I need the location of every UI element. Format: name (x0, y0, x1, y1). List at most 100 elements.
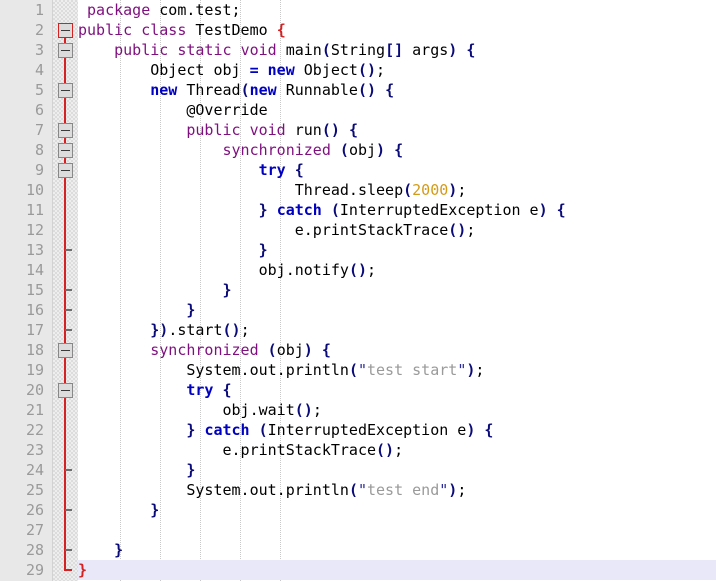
code-line[interactable]: Object obj = new Object(); (78, 60, 716, 80)
line-number[interactable]: 6 (0, 100, 52, 120)
code-line[interactable]: System.out.println("test start"); (78, 360, 716, 380)
line-number[interactable]: 14 (0, 260, 52, 280)
line-number[interactable]: 9 (0, 160, 52, 180)
code-token: ; (466, 221, 476, 239)
code-token: ; (394, 441, 404, 459)
line-number[interactable]: 13 (0, 240, 52, 260)
line-number[interactable]: 5 (0, 80, 52, 100)
code-line[interactable]: } (78, 280, 716, 300)
code-line[interactable]: } catch (InterruptedException e) { (78, 420, 716, 440)
code-line[interactable]: } catch (InterruptedException e) { (78, 200, 716, 220)
code-line[interactable]: public class TestDemo { (78, 20, 716, 40)
code-line[interactable]: e.printStackTrace(); (78, 220, 716, 240)
code-line[interactable]: } (78, 560, 716, 580)
line-number[interactable]: 4 (0, 60, 52, 80)
code-line[interactable]: } (78, 460, 716, 480)
fold-scope-end-tick (65, 469, 72, 471)
line-number[interactable]: 25 (0, 480, 52, 500)
code-folding-strip[interactable] (52, 0, 78, 581)
code-line[interactable]: }).start(); (78, 320, 716, 340)
code-token: ) (448, 481, 458, 499)
fold-collapse-toggle[interactable] (58, 163, 73, 178)
line-number[interactable]: 27 (0, 520, 52, 540)
line-number[interactable]: 11 (0, 200, 52, 220)
line-number[interactable]: 16 (0, 300, 52, 320)
code-line[interactable]: public void run() { (78, 120, 716, 140)
code-line[interactable]: } (78, 300, 716, 320)
code-token: run (285, 121, 322, 139)
code-line[interactable] (78, 520, 716, 540)
code-canvas[interactable]: package com.test; public class TestDemo {… (78, 0, 716, 581)
code-token: static (177, 41, 232, 59)
fold-collapse-toggle[interactable] (58, 123, 73, 138)
fold-collapse-toggle[interactable] (58, 343, 73, 358)
code-line[interactable]: new Thread(new Runnable() { (78, 80, 716, 100)
line-number[interactable]: 26 (0, 500, 52, 520)
code-token: = (249, 61, 259, 79)
line-number[interactable]: 3 (0, 40, 52, 60)
code-token: public (78, 21, 133, 39)
code-line[interactable]: e.printStackTrace(); (78, 440, 716, 460)
code-token: ) (303, 341, 313, 359)
code-line[interactable]: obj.wait(); (78, 400, 716, 420)
code-token: } (78, 561, 88, 579)
code-token: () (294, 401, 313, 419)
line-number[interactable]: 20 (0, 380, 52, 400)
fold-collapse-toggle[interactable] (58, 23, 73, 38)
code-token: ) (448, 41, 458, 59)
code-token: { (466, 41, 476, 59)
line-number[interactable]: 2 (0, 20, 52, 40)
code-line[interactable]: } (78, 540, 716, 560)
fold-collapse-toggle[interactable] (58, 143, 73, 158)
code-line[interactable]: @Override (78, 100, 716, 120)
code-line[interactable]: public static void main(String[] args) { (78, 40, 716, 60)
code-token: { (394, 141, 404, 159)
line-number[interactable]: 7 (0, 120, 52, 140)
code-line[interactable]: Thread.sleep(2000); (78, 180, 716, 200)
code-token: synchronized (150, 341, 259, 359)
line-number[interactable]: 28 (0, 540, 52, 560)
code-line[interactable]: try { (78, 160, 716, 180)
code-lines[interactable]: package com.test; public class TestDemo {… (78, 0, 716, 580)
line-number[interactable]: 8 (0, 140, 52, 160)
line-number[interactable]: 21 (0, 400, 52, 420)
code-line[interactable]: } (78, 240, 716, 260)
line-number[interactable]: 17 (0, 320, 52, 340)
line-number[interactable]: 10 (0, 180, 52, 200)
line-number[interactable]: 12 (0, 220, 52, 240)
fold-collapse-toggle[interactable] (58, 383, 73, 398)
code-line[interactable]: System.out.println("test end"); (78, 480, 716, 500)
line-number[interactable]: 1 (0, 0, 52, 20)
code-token: try (258, 161, 286, 179)
line-number[interactable]: 19 (0, 360, 52, 380)
code-line[interactable]: } (78, 500, 716, 520)
code-token: [] (385, 41, 404, 59)
code-line[interactable]: package com.test; (78, 0, 716, 20)
line-number-ruler[interactable]: 1 2 3 4 5 6 7 8 9 10 11 12 13 14 15 16 17 18 19 20 21 22 23 24 2… (0, 0, 52, 581)
code-line[interactable]: try { (78, 380, 716, 400)
fold-collapse-toggle[interactable] (58, 43, 73, 58)
code-token: ; (475, 361, 485, 379)
code-editor[interactable]: 1 2 3 4 5 6 7 8 9 10 11 12 13 14 15 16 17 18 19 20 21 22 23 24 2… (0, 0, 716, 581)
code-line[interactable]: synchronized (obj) { (78, 140, 716, 160)
line-number[interactable]: 22 (0, 420, 52, 440)
code-line[interactable]: synchronized (obj) { (78, 340, 716, 360)
line-number[interactable]: 29 (0, 560, 52, 580)
line-number[interactable]: 15 (0, 280, 52, 300)
code-token: System.out.println (186, 481, 349, 499)
line-number[interactable]: 18 (0, 340, 52, 360)
line-number[interactable]: 23 (0, 440, 52, 460)
line-number[interactable]: 24 (0, 460, 52, 480)
code-token: ; (240, 321, 250, 339)
code-line[interactable]: obj.notify(); (78, 260, 716, 280)
fold-collapse-toggle[interactable] (58, 83, 73, 98)
